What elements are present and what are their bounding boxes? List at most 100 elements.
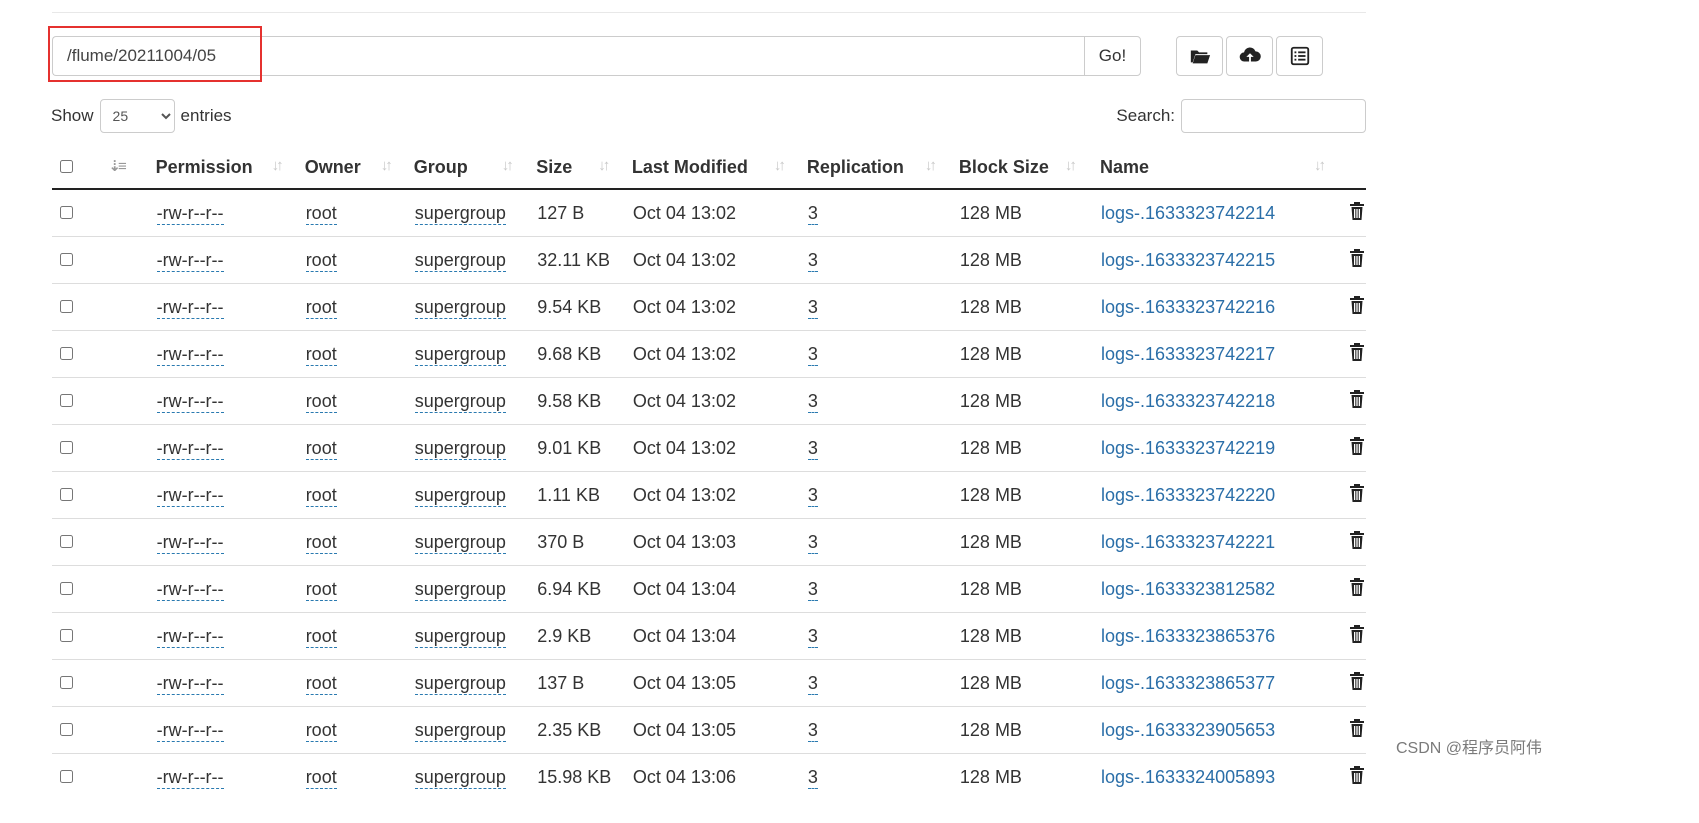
row-checkbox[interactable] bbox=[60, 675, 73, 689]
permission-link[interactable]: -rw-r--r-- bbox=[156, 202, 224, 225]
group-link[interactable]: supergroup bbox=[414, 249, 506, 272]
replication-link[interactable]: 3 bbox=[807, 625, 818, 648]
row-checkbox[interactable] bbox=[60, 581, 73, 595]
row-checkbox[interactable] bbox=[60, 393, 73, 407]
owner-link[interactable]: root bbox=[305, 343, 337, 366]
trash-icon[interactable] bbox=[1349, 248, 1365, 271]
header-group[interactable]: Group ↓↑ bbox=[413, 146, 537, 190]
trash-icon[interactable] bbox=[1349, 483, 1365, 506]
group-link[interactable]: supergroup bbox=[414, 578, 506, 601]
row-checkbox[interactable] bbox=[60, 628, 73, 642]
owner-link[interactable]: root bbox=[305, 672, 337, 695]
header-size[interactable]: Size ↓↑ bbox=[536, 146, 632, 190]
file-name-link[interactable]: logs-.1633323742219 bbox=[1101, 438, 1275, 458]
group-link[interactable]: supergroup bbox=[414, 625, 506, 648]
replication-link[interactable]: 3 bbox=[807, 484, 818, 507]
row-checkbox[interactable] bbox=[60, 722, 73, 736]
group-link[interactable]: supergroup bbox=[414, 719, 506, 742]
owner-link[interactable]: root bbox=[305, 719, 337, 742]
permission-link[interactable]: -rw-r--r-- bbox=[156, 343, 224, 366]
permission-link[interactable]: -rw-r--r-- bbox=[156, 672, 224, 695]
owner-link[interactable]: root bbox=[305, 578, 337, 601]
upload-button[interactable] bbox=[1226, 36, 1273, 76]
replication-link[interactable]: 3 bbox=[807, 343, 818, 366]
file-name-link[interactable]: logs-.1633323742218 bbox=[1101, 391, 1275, 411]
trash-icon[interactable] bbox=[1349, 436, 1365, 459]
group-link[interactable]: supergroup bbox=[414, 531, 506, 554]
row-checkbox[interactable] bbox=[60, 440, 73, 454]
permission-link[interactable]: -rw-r--r-- bbox=[156, 437, 224, 460]
replication-link[interactable]: 3 bbox=[807, 249, 818, 272]
row-checkbox[interactable] bbox=[60, 205, 73, 219]
file-name-link[interactable]: logs-.1633323742214 bbox=[1101, 203, 1275, 223]
trash-icon[interactable] bbox=[1349, 624, 1365, 647]
group-link[interactable]: supergroup bbox=[414, 202, 506, 225]
replication-link[interactable]: 3 bbox=[807, 437, 818, 460]
trash-icon[interactable] bbox=[1349, 530, 1365, 553]
permission-link[interactable]: -rw-r--r-- bbox=[156, 766, 224, 789]
trash-icon[interactable] bbox=[1349, 342, 1365, 365]
trash-icon[interactable] bbox=[1349, 577, 1365, 600]
trash-icon[interactable] bbox=[1349, 671, 1365, 694]
permission-link[interactable]: -rw-r--r-- bbox=[156, 578, 224, 601]
trash-icon[interactable] bbox=[1349, 389, 1365, 412]
file-name-link[interactable]: logs-.1633323742220 bbox=[1101, 485, 1275, 505]
owner-link[interactable]: root bbox=[305, 296, 337, 319]
replication-link[interactable]: 3 bbox=[807, 578, 818, 601]
trash-icon[interactable] bbox=[1349, 201, 1365, 224]
replication-link[interactable]: 3 bbox=[807, 672, 818, 695]
go-button[interactable]: Go! bbox=[1084, 36, 1141, 76]
permission-link[interactable]: -rw-r--r-- bbox=[156, 625, 224, 648]
permission-link[interactable]: -rw-r--r-- bbox=[156, 531, 224, 554]
owner-link[interactable]: root bbox=[305, 390, 337, 413]
file-name-link[interactable]: logs-.1633323812582 bbox=[1101, 579, 1275, 599]
file-name-link[interactable]: logs-.1633323865377 bbox=[1101, 673, 1275, 693]
trash-icon[interactable] bbox=[1349, 718, 1365, 741]
replication-link[interactable]: 3 bbox=[807, 766, 818, 789]
group-link[interactable]: supergroup bbox=[414, 672, 506, 695]
row-checkbox[interactable] bbox=[60, 346, 73, 360]
file-name-link[interactable]: logs-.1633323742215 bbox=[1101, 250, 1275, 270]
owner-link[interactable]: root bbox=[305, 766, 337, 789]
owner-link[interactable]: root bbox=[305, 249, 337, 272]
trash-icon[interactable] bbox=[1349, 295, 1365, 318]
permission-link[interactable]: -rw-r--r-- bbox=[156, 719, 224, 742]
file-name-link[interactable]: logs-.1633323742216 bbox=[1101, 297, 1275, 317]
cut-paste-button[interactable] bbox=[1276, 36, 1323, 76]
group-link[interactable]: supergroup bbox=[414, 343, 506, 366]
header-block-size[interactable]: Block Size ↓↑ bbox=[958, 146, 1101, 190]
header-owner[interactable]: Owner ↓↑ bbox=[304, 146, 414, 190]
sort-default-header[interactable]: ⇣≡ bbox=[108, 146, 156, 190]
header-name[interactable]: Name ↓↑ bbox=[1100, 146, 1339, 190]
file-name-link[interactable]: logs-.1633323742221 bbox=[1101, 532, 1275, 552]
replication-link[interactable]: 3 bbox=[807, 390, 818, 413]
replication-link[interactable]: 3 bbox=[807, 531, 818, 554]
group-link[interactable]: supergroup bbox=[414, 390, 506, 413]
path-input[interactable] bbox=[52, 36, 1084, 76]
group-link[interactable]: supergroup bbox=[414, 484, 506, 507]
row-checkbox[interactable] bbox=[60, 487, 73, 501]
select-all-checkbox[interactable] bbox=[60, 159, 73, 173]
owner-link[interactable]: root bbox=[305, 625, 337, 648]
permission-link[interactable]: -rw-r--r-- bbox=[156, 390, 224, 413]
row-checkbox[interactable] bbox=[60, 252, 73, 266]
file-name-link[interactable]: logs-.1633323905653 bbox=[1101, 720, 1275, 740]
file-name-link[interactable]: logs-.1633323742217 bbox=[1101, 344, 1275, 364]
trash-icon[interactable] bbox=[1349, 765, 1365, 788]
permission-link[interactable]: -rw-r--r-- bbox=[156, 296, 224, 319]
entries-select[interactable]: 25 bbox=[99, 99, 175, 133]
search-input[interactable] bbox=[1181, 99, 1366, 133]
group-link[interactable]: supergroup bbox=[414, 766, 506, 789]
owner-link[interactable]: root bbox=[305, 484, 337, 507]
file-name-link[interactable]: logs-.1633323865376 bbox=[1101, 626, 1275, 646]
owner-link[interactable]: root bbox=[305, 531, 337, 554]
browse-folder-button[interactable] bbox=[1176, 36, 1223, 76]
permission-link[interactable]: -rw-r--r-- bbox=[156, 484, 224, 507]
row-checkbox[interactable] bbox=[60, 534, 73, 548]
file-name-link[interactable]: logs-.1633324005893 bbox=[1101, 767, 1275, 787]
owner-link[interactable]: root bbox=[305, 202, 337, 225]
row-checkbox[interactable] bbox=[60, 769, 73, 783]
replication-link[interactable]: 3 bbox=[807, 296, 818, 319]
permission-link[interactable]: -rw-r--r-- bbox=[156, 249, 224, 272]
group-link[interactable]: supergroup bbox=[414, 296, 506, 319]
